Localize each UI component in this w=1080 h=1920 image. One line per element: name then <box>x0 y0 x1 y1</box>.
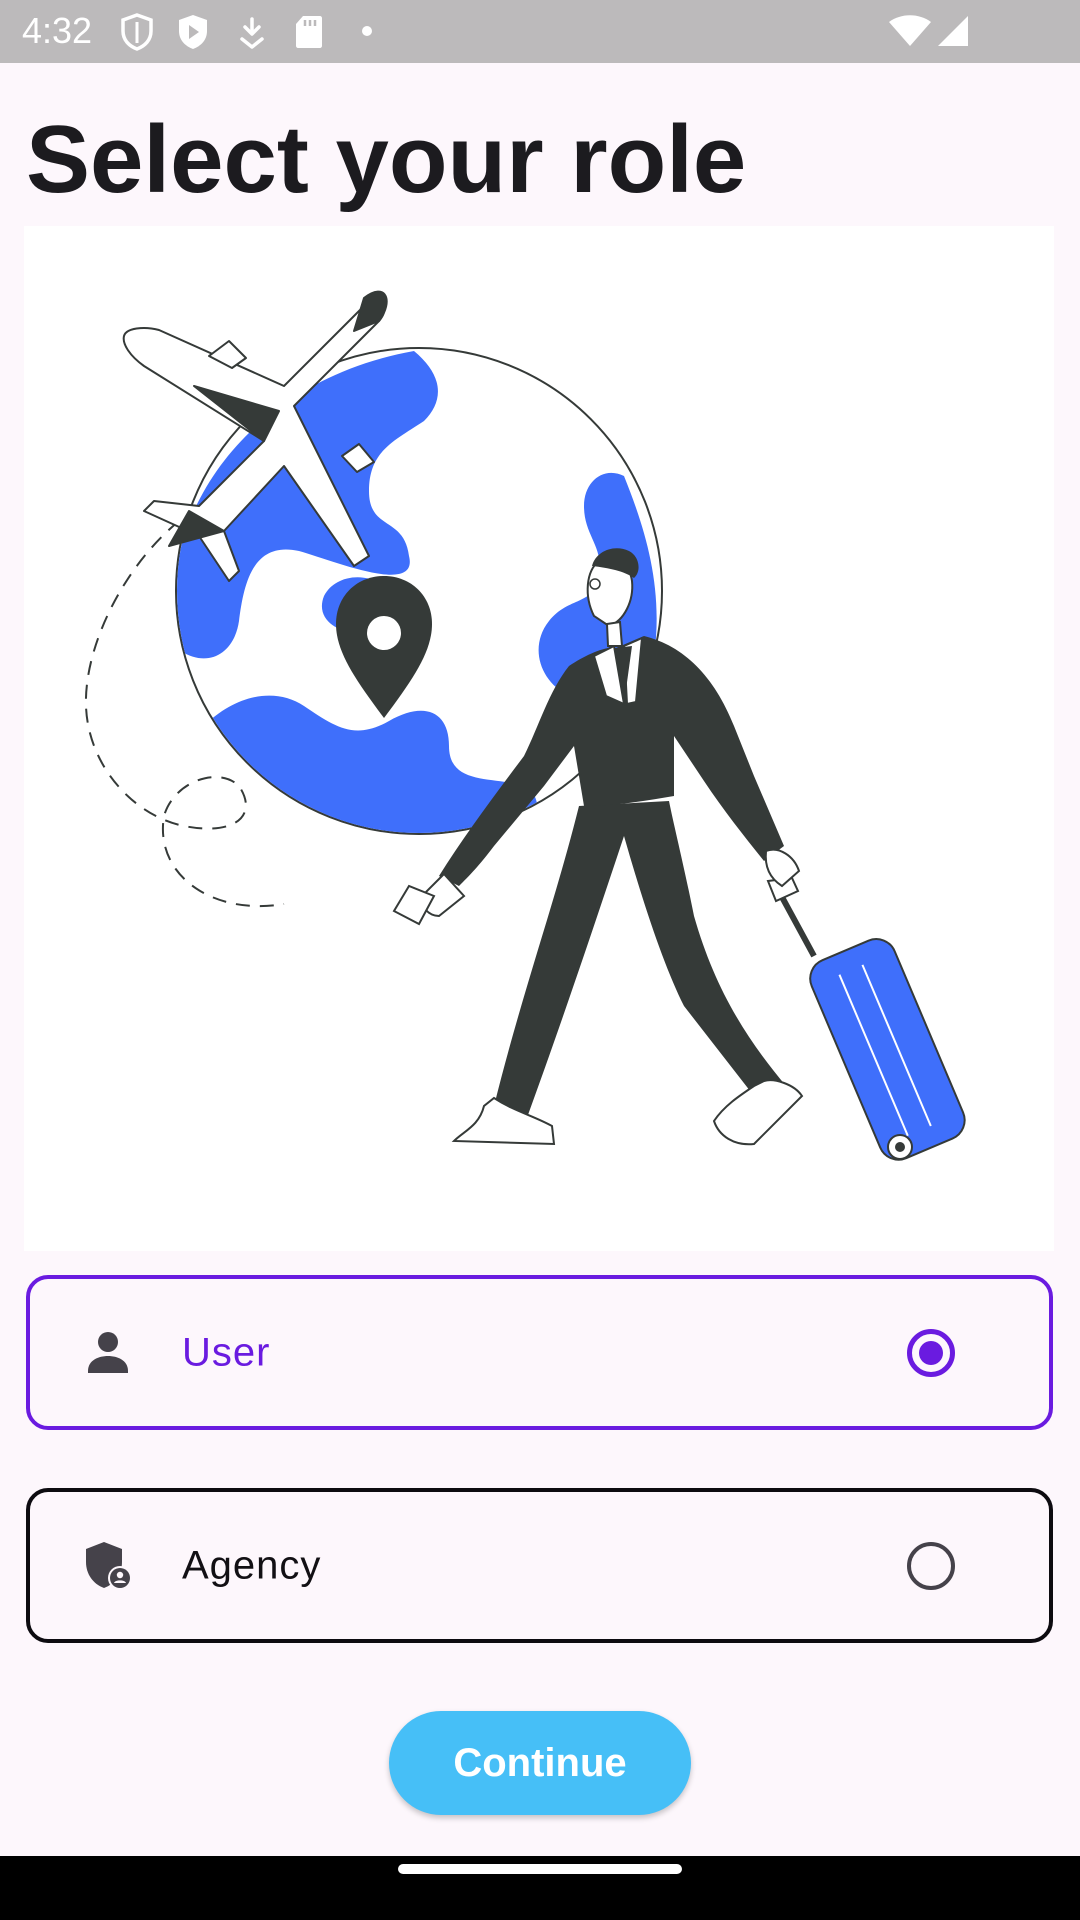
role-label-user: User <box>182 1330 271 1374</box>
sd-card-icon <box>296 16 322 48</box>
role-option-user[interactable]: User <box>26 1275 1053 1430</box>
download-arrow-icon <box>240 17 264 49</box>
page-title: Select your role <box>26 106 747 213</box>
continue-button[interactable]: Continue <box>389 1711 691 1815</box>
play-shield-icon <box>179 15 207 49</box>
wifi-icon <box>889 15 931 46</box>
shield-outline-icon <box>121 13 153 51</box>
role-label-agency: Agency <box>182 1543 322 1587</box>
dot-icon <box>362 26 372 36</box>
radio-user-selected[interactable] <box>907 1328 955 1377</box>
cellular-signal-icon <box>938 16 968 46</box>
traveler-illustration <box>24 226 1054 1251</box>
admin-shield-person-icon <box>86 1541 132 1590</box>
status-time: 4:32 <box>22 10 93 51</box>
home-gesture-handle[interactable] <box>398 1864 682 1874</box>
role-option-agency[interactable]: Agency <box>26 1488 1053 1643</box>
person-icon <box>88 1331 128 1373</box>
status-bar: 4:32 <box>0 0 1080 63</box>
radio-agency-unselected[interactable] <box>907 1541 955 1590</box>
